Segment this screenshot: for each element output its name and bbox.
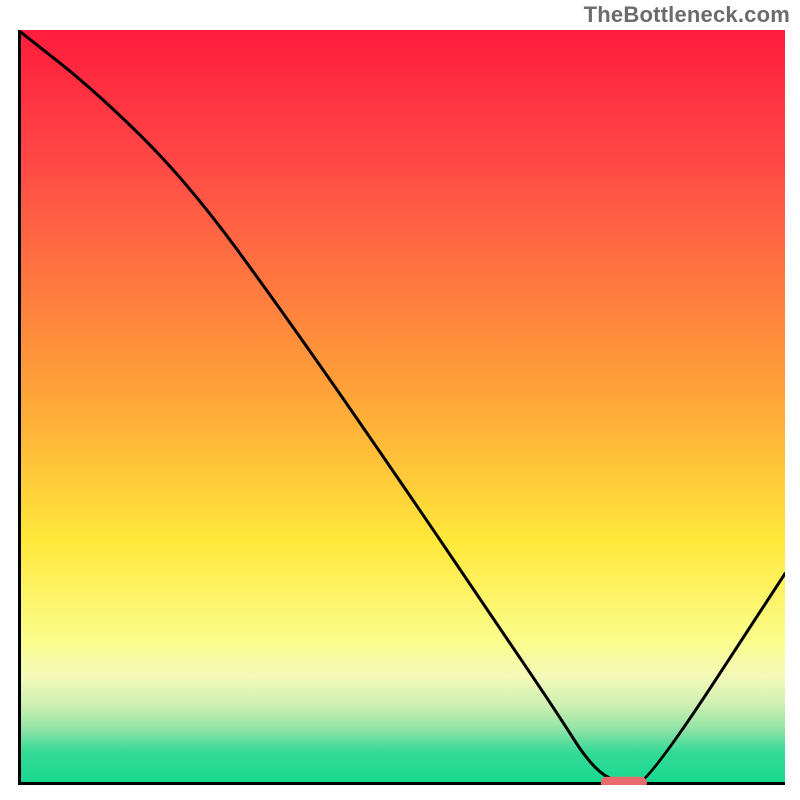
plot-area [18, 30, 785, 785]
watermark-text: TheBottleneck.com [584, 2, 790, 28]
chart-container: TheBottleneck.com [0, 0, 800, 800]
